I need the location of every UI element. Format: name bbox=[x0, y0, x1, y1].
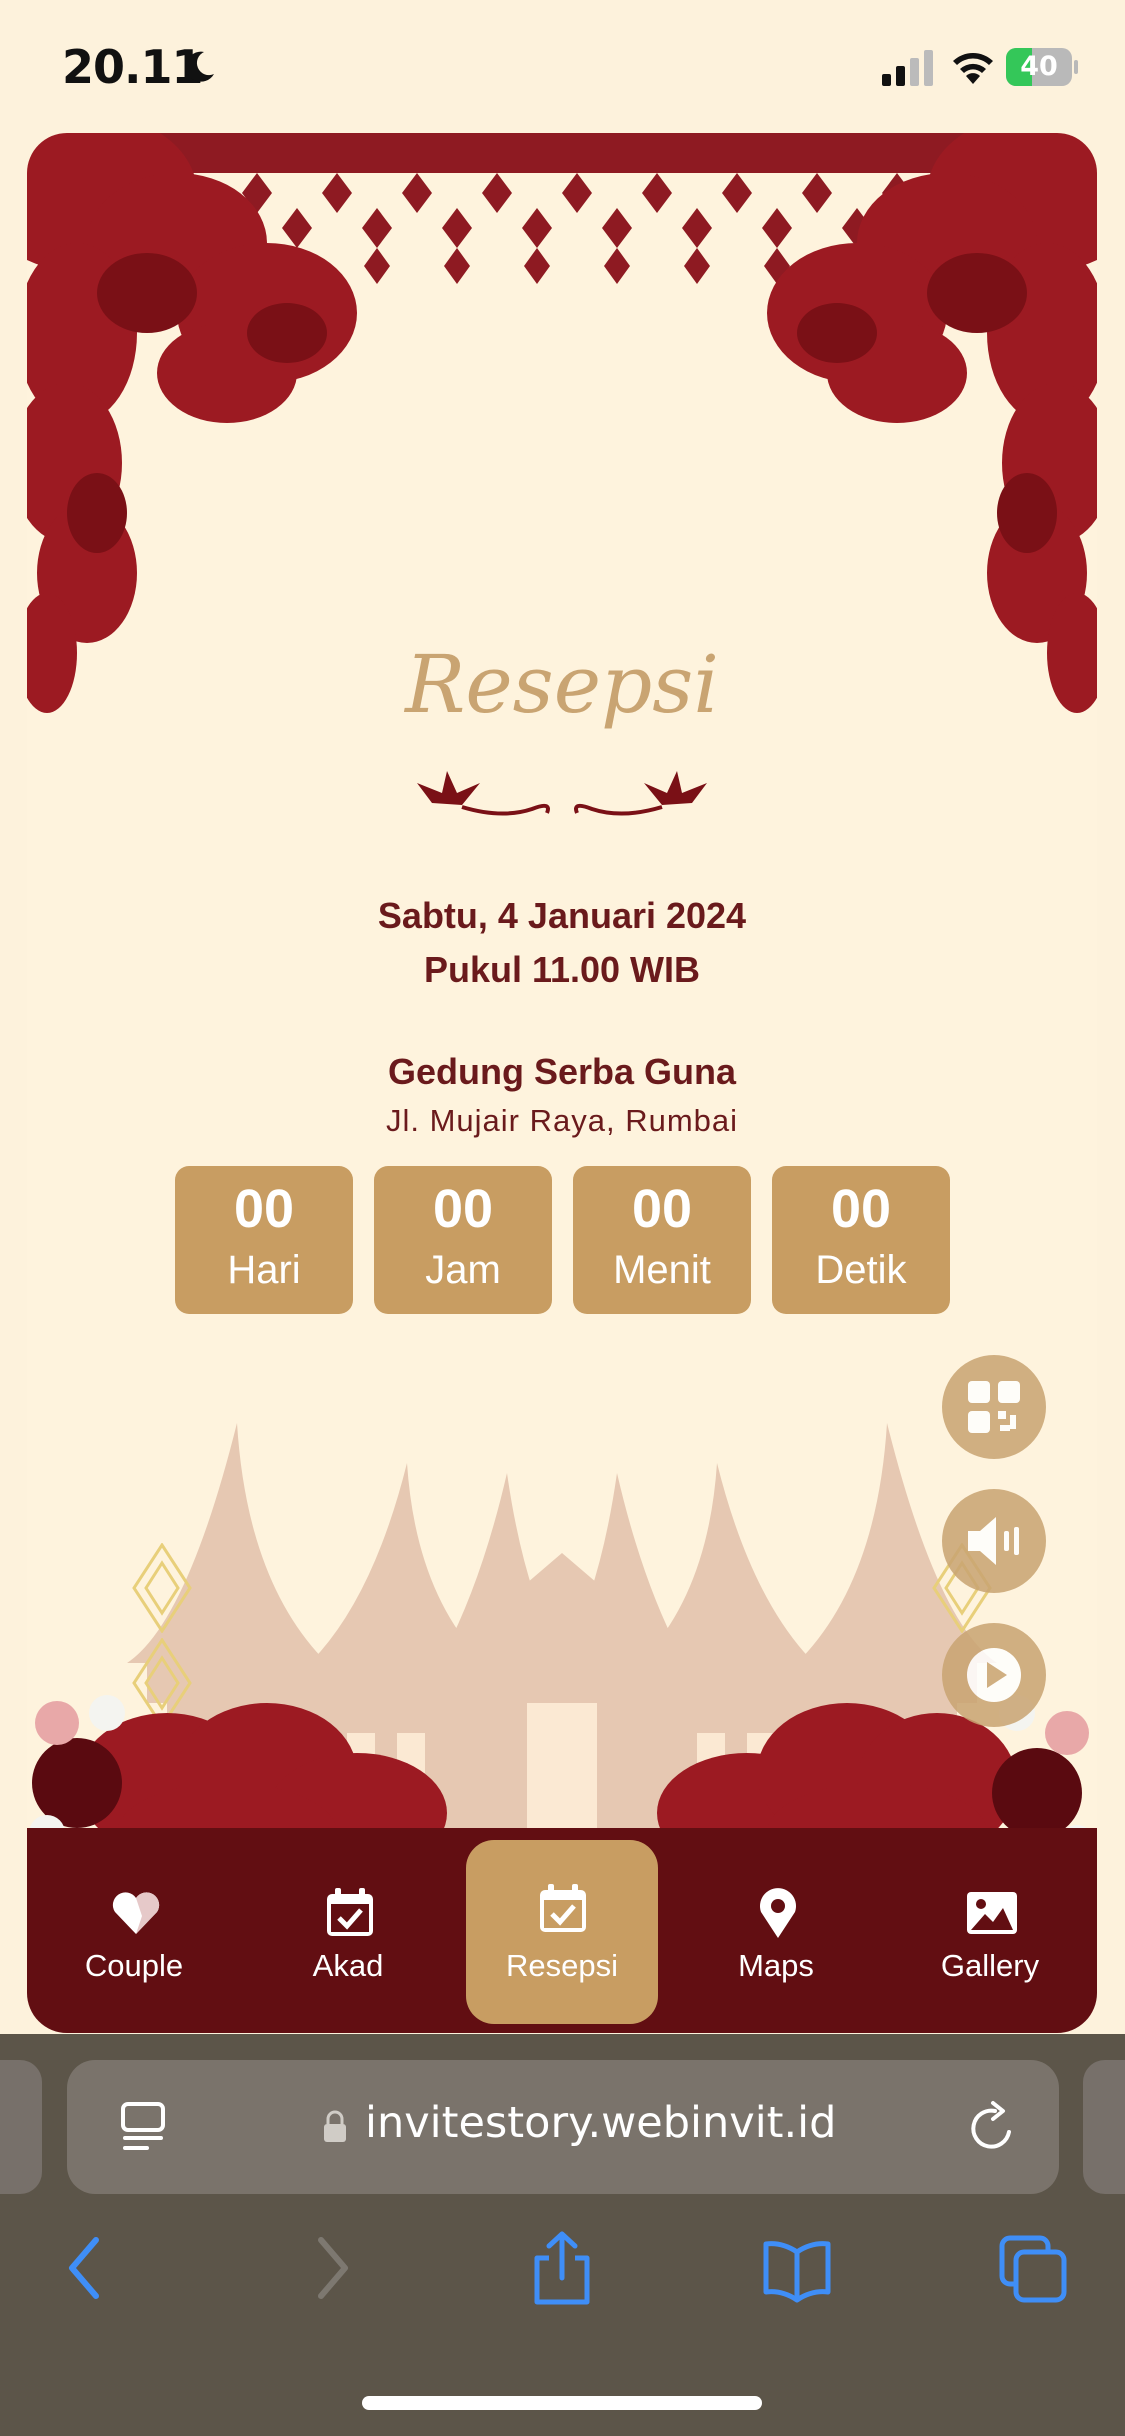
nav-item-maps[interactable]: Maps bbox=[681, 1868, 871, 2008]
calendar-check-icon bbox=[540, 1884, 586, 1932]
countdown-minutes-label: Menit bbox=[613, 1248, 711, 1292]
heart-icon bbox=[112, 1892, 160, 1934]
countdown-seconds-value: 00 bbox=[830, 1179, 892, 1239]
tabs-icon[interactable] bbox=[998, 2230, 1068, 2306]
venue-name: Gedung Serba Guna bbox=[387, 1051, 737, 1092]
address-bar[interactable]: invitestory.webinvit.id bbox=[67, 2060, 1059, 2194]
battery-body: 40 bbox=[1006, 48, 1072, 86]
countdown-days-value: 00 bbox=[233, 1179, 295, 1239]
status-bar: 20.11 40 bbox=[0, 0, 1125, 130]
nav-item-akad[interactable]: Akad bbox=[253, 1868, 443, 2008]
speaker-icon bbox=[968, 1517, 1019, 1565]
countdown-timer: 00 Hari 00 Jam 00 Menit 00 Detik bbox=[175, 1166, 950, 1314]
reload-icon[interactable] bbox=[965, 2098, 1021, 2156]
nav-item-couple[interactable]: Couple bbox=[39, 1868, 229, 2008]
countdown-seconds: 00 Detik bbox=[772, 1166, 950, 1314]
browser-toolbar: invitestory.webinvit.id bbox=[0, 2034, 1125, 2436]
countdown-seconds-label: Detik bbox=[815, 1248, 907, 1292]
lotus-divider-ornament bbox=[417, 771, 707, 816]
countdown-days: 00 Hari bbox=[175, 1166, 353, 1314]
play-button[interactable] bbox=[942, 1623, 1046, 1727]
lock-icon bbox=[324, 2110, 346, 2142]
play-icon bbox=[967, 1648, 1021, 1702]
section-title: Resepsi bbox=[405, 638, 719, 731]
qr-code-button[interactable] bbox=[942, 1355, 1046, 1459]
countdown-minutes-value: 00 bbox=[631, 1179, 693, 1239]
countdown-hours: 00 Jam bbox=[374, 1166, 552, 1314]
countdown-hours-value: 00 bbox=[432, 1179, 494, 1239]
qr-code-icon bbox=[968, 1381, 1020, 1433]
countdown-days-label: Hari bbox=[227, 1248, 301, 1292]
countdown-hours-label: Jam bbox=[425, 1248, 501, 1292]
diamond-ornament-left bbox=[132, 1543, 192, 1633]
bookmarks-icon[interactable] bbox=[762, 2230, 832, 2306]
red-tree-left bbox=[27, 133, 357, 713]
event-time: Pukul 11.00 WIB bbox=[423, 949, 701, 990]
invitation-card: Resepsi Sabtu, 4 Januari 2024 Pukul 11.0… bbox=[27, 133, 1097, 2033]
nav-label-couple: Couple bbox=[84, 1948, 184, 1983]
battery-nub bbox=[1074, 60, 1078, 74]
battery-percent: 40 bbox=[1020, 51, 1058, 82]
venue-address: Jl. Mujair Raya, Rumbai bbox=[385, 1103, 739, 1138]
nav-label-resepsi: Resepsi bbox=[506, 1948, 618, 1983]
home-indicator[interactable] bbox=[362, 2396, 762, 2410]
bottom-navigation: Couple Akad Resepsi Maps Gallery bbox=[27, 1828, 1097, 2033]
map-pin-icon bbox=[760, 1888, 796, 1938]
url-text: invitestory.webinvit.id bbox=[365, 2098, 837, 2148]
nav-label-maps: Maps bbox=[738, 1948, 814, 1983]
page-menu-icon[interactable] bbox=[117, 2100, 169, 2154]
image-icon bbox=[967, 1892, 1017, 1934]
countdown-minutes: 00 Menit bbox=[573, 1166, 751, 1314]
back-icon[interactable] bbox=[52, 2230, 122, 2306]
battery-indicator: 40 bbox=[1006, 48, 1078, 86]
nav-label-akad: Akad bbox=[312, 1948, 384, 1983]
cellular-signal-icon bbox=[882, 50, 933, 86]
nav-item-gallery[interactable]: Gallery bbox=[895, 1868, 1085, 2008]
nav-label-gallery: Gallery bbox=[940, 1948, 1040, 1983]
next-tab-preview[interactable] bbox=[1083, 2060, 1125, 2194]
red-tree-right bbox=[767, 133, 1097, 713]
previous-tab-preview[interactable] bbox=[0, 2060, 42, 2194]
audio-toggle-button[interactable] bbox=[942, 1489, 1046, 1593]
forward-icon[interactable] bbox=[295, 2230, 365, 2306]
moon-icon bbox=[185, 51, 214, 82]
nav-item-resepsi[interactable]: Resepsi bbox=[466, 1840, 658, 2024]
calendar-check-icon bbox=[327, 1888, 373, 1936]
share-icon[interactable] bbox=[527, 2230, 597, 2306]
event-date: Sabtu, 4 Januari 2024 bbox=[377, 895, 747, 936]
wifi-icon bbox=[953, 53, 993, 84]
